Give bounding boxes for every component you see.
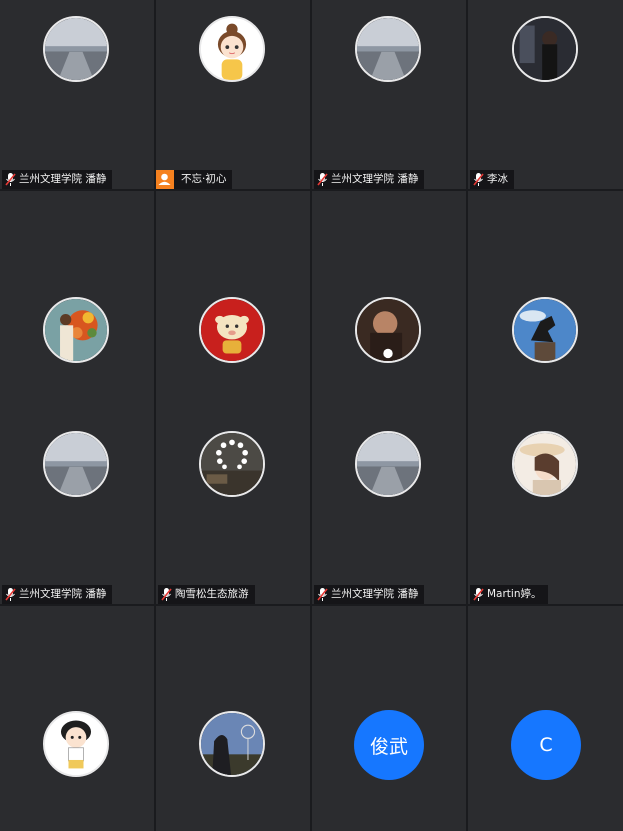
participant-name: 李冰 xyxy=(487,173,508,185)
mic-muted-icon xyxy=(317,588,328,601)
avatar-red-cartoon xyxy=(199,297,265,363)
mic-muted-icon xyxy=(473,588,484,601)
participant-label: 兰州文理学院 潘静 xyxy=(2,585,113,604)
participant-name: 兰州文理学院 潘静 xyxy=(331,173,419,185)
avatar-pier xyxy=(43,431,109,497)
participant-label: 兰州文理学院 潘静 xyxy=(2,170,113,189)
participant-label: 不忘·初心 xyxy=(156,170,233,189)
avatar-pier xyxy=(355,431,421,497)
avatar-initials-button: 俊武 xyxy=(354,710,424,780)
avatar-initials: C xyxy=(539,734,553,756)
participant-name: 兰州文理学院 潘静 xyxy=(19,588,107,600)
avatar-silhouette-sky xyxy=(199,711,265,777)
participant-label: 兰州文理学院 潘静 xyxy=(314,170,425,189)
avatar-pier xyxy=(355,16,421,82)
participant-name: 兰州文理学院 潘静 xyxy=(19,173,107,185)
avatar-statue xyxy=(512,297,578,363)
mic-muted-icon xyxy=(473,173,484,186)
video-tile-4[interactable]: 李冰 xyxy=(468,0,623,189)
video-tile-12[interactable]: C xyxy=(468,606,623,831)
video-tile-9[interactable] xyxy=(0,606,154,831)
avatar-girl-hat xyxy=(512,431,578,497)
avatar-light-ring xyxy=(199,431,265,497)
participant-name: 不忘·初心 xyxy=(181,173,227,185)
mic-muted-icon xyxy=(161,588,172,601)
participant-name: 兰州文理学院 潘静 xyxy=(331,588,419,600)
mic-muted-icon xyxy=(317,173,328,186)
avatar-portrait xyxy=(355,297,421,363)
mic-muted-icon xyxy=(5,173,16,186)
video-tile-5[interactable]: 兰州文理学院 潘静 xyxy=(0,191,154,604)
avatar-cartoon-child xyxy=(43,711,109,777)
avatar-flowers xyxy=(43,297,109,363)
participant-label: Martin婷。 xyxy=(470,585,548,604)
participant-label: 兰州文理学院 潘静 xyxy=(314,585,425,604)
participant-label: 李冰 xyxy=(470,170,514,189)
person-icon xyxy=(156,170,174,189)
avatar-cartoon-girl xyxy=(199,16,265,82)
avatar-dark-photo xyxy=(512,16,578,82)
video-tile-2[interactable]: 不忘·初心 xyxy=(156,0,310,189)
video-tile-7[interactable]: 兰州文理学院 潘静 xyxy=(312,191,466,604)
video-tile-3[interactable]: 兰州文理学院 潘静 xyxy=(312,0,466,189)
avatar-initials: 俊武 xyxy=(369,735,408,758)
video-tile-1[interactable]: 兰州文理学院 潘静 xyxy=(0,0,154,189)
participant-name: Martin婷。 xyxy=(487,588,542,600)
mic-muted-icon xyxy=(5,588,16,601)
participant-name: 陶雪松生态旅游 xyxy=(175,588,249,600)
video-tile-8[interactable]: Martin婷。 xyxy=(468,191,623,604)
video-tile-11[interactable]: 俊武 xyxy=(312,606,466,831)
avatar-initials-button: C xyxy=(511,710,581,780)
participant-label: 陶雪松生态旅游 xyxy=(158,585,255,604)
video-tile-10[interactable] xyxy=(156,606,310,831)
video-tile-6[interactable]: 陶雪松生态旅游 xyxy=(156,191,310,604)
avatar-pier xyxy=(43,16,109,82)
